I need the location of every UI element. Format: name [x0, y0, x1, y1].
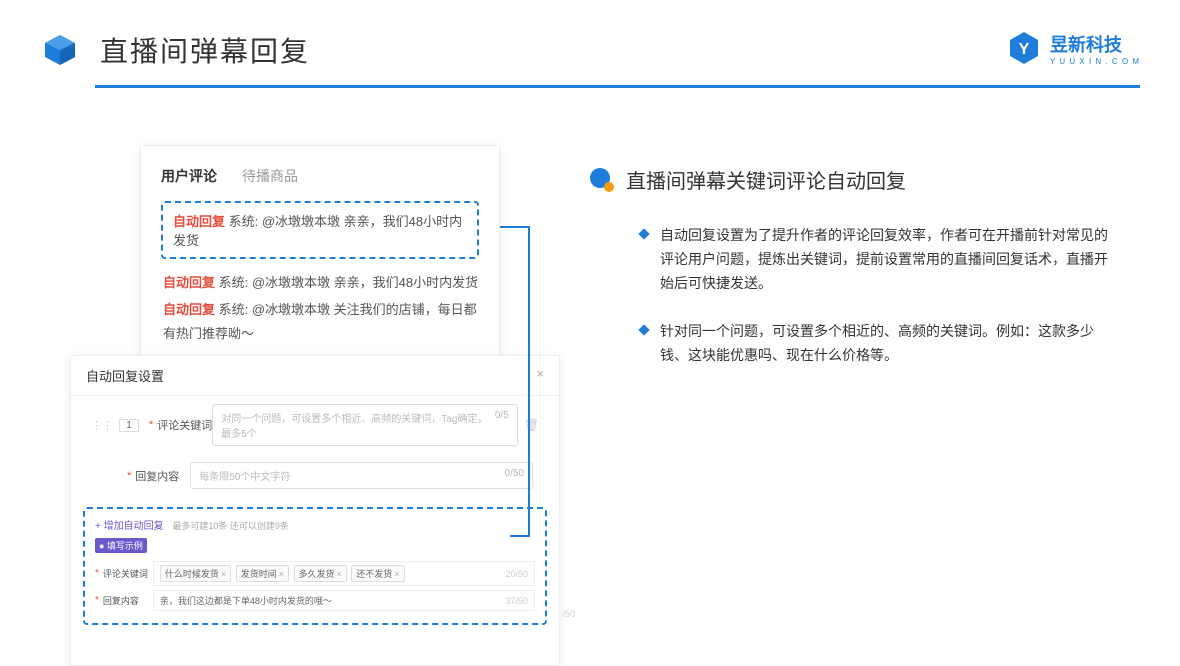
comment-line: 自动回复 系统: @冰墩墩本墩 亲亲，我们48小时内发货: [161, 271, 479, 294]
svg-text:Y: Y: [1019, 41, 1030, 58]
brand-icon: Y: [1006, 30, 1042, 66]
brand-logo: Y 昱新科技 Y U U X I N . C O M: [1006, 30, 1140, 66]
settings-title: 自动回复设置: [86, 366, 164, 385]
cube-icon: [40, 30, 80, 70]
footer-count: /50: [562, 609, 575, 619]
section-icon: [590, 168, 614, 192]
diamond-bullet-icon: [638, 325, 649, 336]
ex-keyword-input[interactable]: 什么时候发货× 发货时间× 多久发货× 还不发货× 20/50: [153, 561, 535, 586]
tab-comments[interactable]: 用户评论: [161, 166, 217, 186]
ex-content-input[interactable]: 亲，我们这边都是下单48小时内发货的哦～ 37/50: [153, 590, 535, 611]
comment-line: 自动回复 系统: @冰墩墩本墩 关注我们的店铺，每日都有热门推荐呦～: [161, 298, 479, 345]
tag-chip[interactable]: 发货时间×: [236, 565, 289, 582]
auto-reply-tag: 自动回复: [163, 275, 215, 290]
content-label: 回复内容: [135, 468, 190, 484]
page-title: 直播间弹幕回复: [100, 30, 310, 70]
ex-content-label: 回复内容: [103, 594, 153, 607]
ex-keyword-label: 评论关键词: [103, 567, 153, 580]
hint-text: 最多可建10条 还可以创建9条: [172, 521, 289, 531]
reply-text: 系统: @冰墩墩本墩 亲亲，我们48小时内发货: [219, 275, 479, 290]
connector-line: [500, 226, 530, 228]
tag-chip[interactable]: 多久发货×: [294, 565, 347, 582]
paragraph-2: 针对同一个问题，可设置多个相近的、高频的关键词。例如：这款多少钱、这块能优惠吗、…: [660, 320, 1120, 368]
brand-name: 昱新科技: [1050, 35, 1122, 55]
tab-products[interactable]: 待播商品: [242, 166, 298, 186]
required-dot: *: [127, 470, 131, 482]
delete-icon[interactable]: 🗑: [524, 418, 539, 432]
brand-url: Y U U X I N . C O M: [1050, 57, 1140, 66]
highlighted-reply: 自动回复 系统: @冰墩墩本墩 亲亲，我们48小时内发货: [161, 201, 479, 259]
required-dot: *: [95, 568, 99, 579]
keyword-input[interactable]: 对同一个问题，可设置多个相近、高频的关键词，Tag确定，最多5个0/5: [212, 404, 517, 446]
header-divider: [95, 85, 1140, 88]
settings-card: 自动回复设置 × ⋮⋮ 1 * 评论关键词 对同一个问题，可设置多个相近、高频的…: [70, 355, 560, 666]
row-number: 1: [119, 419, 139, 432]
keyword-label: 评论关键词: [157, 417, 212, 433]
section-title: 直播间弹幕关键词评论自动回复: [626, 165, 906, 194]
auto-reply-tag: 自动回复: [173, 214, 225, 229]
close-icon[interactable]: ×: [536, 366, 544, 385]
drag-handle[interactable]: ⋮⋮: [91, 419, 113, 432]
auto-reply-tag: 自动回复: [163, 302, 215, 317]
example-box: + 增加自动回复 最多可建10条 还可以创建9条 ● 填写示例 * 评论关键词 …: [83, 507, 547, 625]
required-dot: *: [149, 419, 153, 431]
tag-chip[interactable]: 什么时候发货×: [160, 565, 231, 582]
diamond-bullet-icon: [638, 228, 649, 239]
paragraph-1: 自动回复设置为了提升作者的评论回复效率，作者可在开播前针对常见的评论用户问题，提…: [660, 224, 1120, 295]
example-badge: ● 填写示例: [95, 538, 147, 553]
required-dot: *: [95, 595, 99, 606]
tag-chip[interactable]: 还不发货×: [351, 565, 404, 582]
content-input[interactable]: 每条限50个中文字符0/50: [190, 462, 533, 489]
add-reply-link[interactable]: + 增加自动回复: [95, 521, 164, 532]
